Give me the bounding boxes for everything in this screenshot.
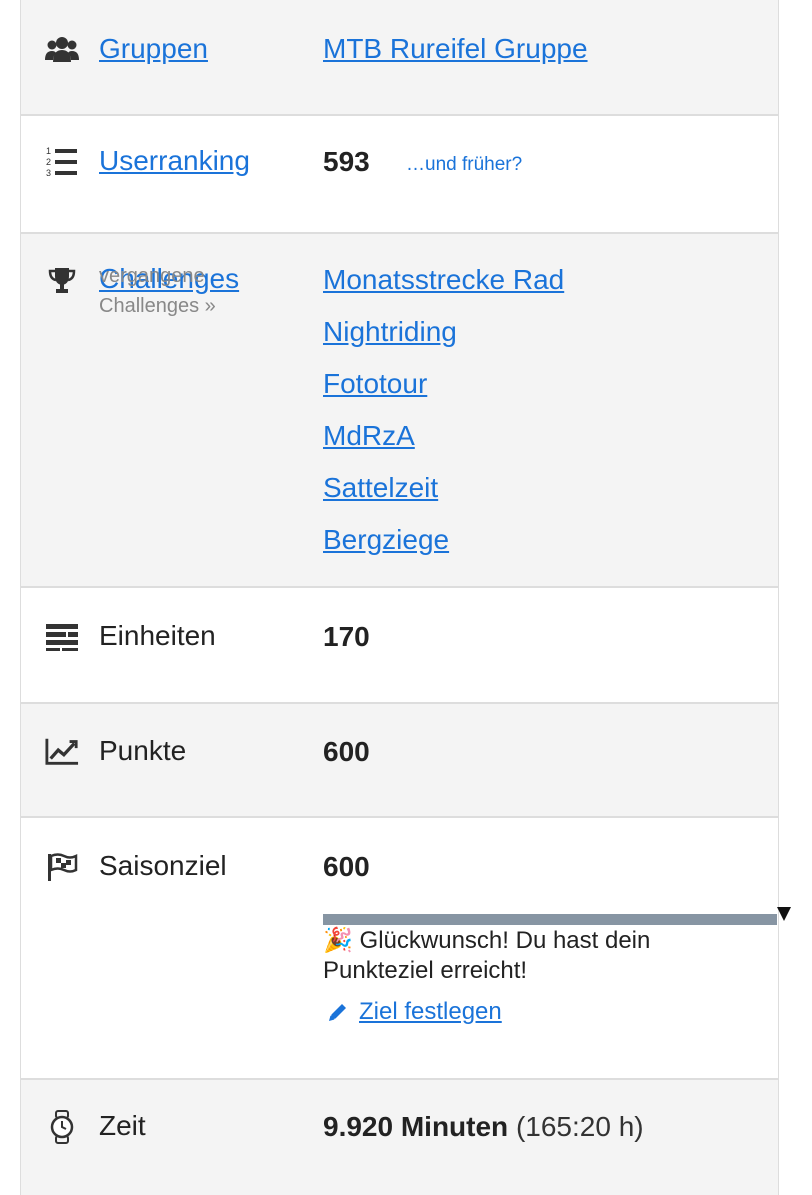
goal-marker-icon (777, 907, 791, 921)
past-challenges-link[interactable]: vergangene Challenges » (99, 261, 216, 321)
zeit-value: 9.920 Minuten (165:20 h) (323, 1111, 644, 1143)
group-mtb-rureifel-link[interactable]: MTB Rureifel Gruppe (323, 33, 588, 65)
past-challenges-line1: vergangene (99, 265, 205, 287)
zeit-minutes: 9.920 Minuten (323, 1111, 509, 1142)
svg-text:2: 2 (46, 157, 51, 167)
punkte-label: Punkte (99, 735, 187, 766)
ordered-list-icon: 1 2 3 (45, 144, 79, 178)
set-goal-label: Ziel festlegen (359, 998, 502, 1025)
set-goal-link[interactable]: Ziel festlegen (327, 998, 502, 1026)
pencil-icon (329, 1004, 346, 1021)
challenge-link[interactable]: MdRzA (323, 419, 564, 471)
row-userranking: 1 2 3 Userranking 593 …und früher? (21, 116, 778, 234)
zeit-hours: (165:20 h) (515, 1111, 644, 1142)
challenge-link[interactable]: Nightriding (323, 315, 564, 367)
userranking-link[interactable]: Userranking (99, 145, 250, 177)
ranking-value: 593 (323, 146, 370, 177)
punkte-value: 600 (323, 736, 370, 767)
challenge-link[interactable]: Monatsstrecke Rad (323, 263, 564, 315)
watch-icon (45, 1110, 79, 1144)
row-zeit: Zeit 9.920 Minuten (165:20 h) (21, 1080, 778, 1195)
line-chart-icon (45, 734, 79, 768)
goal-progress-fill (323, 914, 777, 925)
flag-checkered-icon (45, 850, 79, 884)
svg-text:1: 1 (46, 146, 51, 156)
past-challenges-line2: Challenges » (99, 295, 216, 317)
row-saisonziel: Saisonziel 600 🎉 Glückwunsch! Du hast de… (21, 818, 791, 1080)
challenge-link[interactable]: Fototour (323, 367, 564, 419)
einheiten-value: 170 (323, 621, 370, 652)
gruppen-link[interactable]: Gruppen (99, 33, 208, 65)
saisonziel-label: Saisonziel (99, 850, 227, 881)
einheiten-label: Einheiten (99, 620, 216, 651)
challenge-list: Monatsstrecke Rad Nightriding Fototour M… (323, 263, 564, 575)
users-icon (45, 32, 79, 66)
stacked-bars-icon (45, 620, 79, 654)
svg-text:3: 3 (46, 168, 51, 178)
zeit-label: Zeit (99, 1110, 146, 1141)
row-punkte: Punkte 600 (21, 704, 778, 818)
challenge-link[interactable]: Sattelzeit (323, 471, 564, 523)
row-gruppen: Gruppen MTB Rureifel Gruppe (21, 0, 778, 116)
trophy-icon (45, 264, 79, 298)
stats-table: Gruppen MTB Rureifel Gruppe 1 2 3 Userra… (20, 0, 791, 1195)
challenge-link[interactable]: Bergziege (323, 523, 564, 575)
row-challenges: Challenges vergangene Challenges » Monat… (21, 234, 778, 588)
goal-progress-bar (323, 914, 777, 925)
goal-reached-message: 🎉 Glückwunsch! Du hast dein Punkteziel e… (323, 927, 651, 984)
saisonziel-value: 600 (323, 851, 370, 882)
earlier-ranking-link[interactable]: …und früher? (406, 154, 522, 176)
row-einheiten: Einheiten 170 (21, 588, 778, 704)
